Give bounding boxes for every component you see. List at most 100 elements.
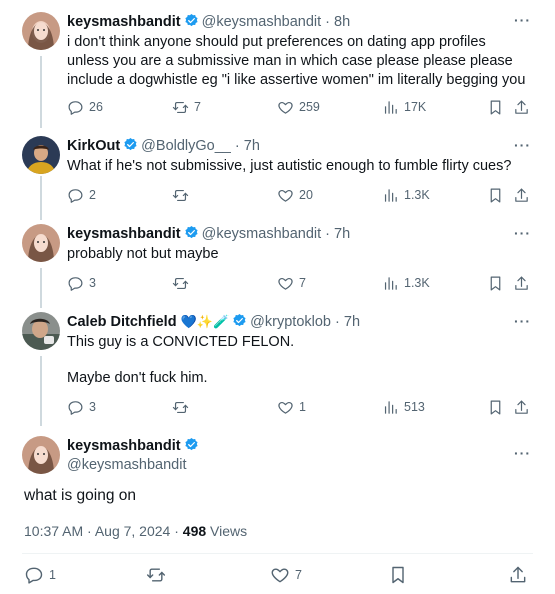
share-button[interactable]: [508, 565, 528, 585]
bookmark-button[interactable]: [388, 565, 408, 585]
reply-icon: [67, 275, 84, 292]
name-emoji: 💙✨🧪: [180, 314, 230, 329]
main-tweet-actions: 1 7: [24, 565, 534, 587]
avatar[interactable]: [22, 312, 60, 350]
like-button[interactable]: 7: [277, 273, 306, 293]
bookmark-button[interactable]: [487, 185, 504, 205]
bookmark-button[interactable]: [487, 273, 504, 293]
timestamp[interactable]: 7h: [334, 226, 350, 242]
handle[interactable]: @keysmashbandit: [202, 226, 322, 242]
repost-icon: [172, 99, 189, 116]
reply-icon: [24, 565, 44, 585]
reply-icon: [67, 99, 84, 116]
repost-icon: [146, 565, 166, 585]
thread-line: [40, 56, 42, 128]
share-button[interactable]: [513, 273, 530, 293]
views-count: 1.3K: [404, 188, 430, 202]
like-count: 1: [299, 400, 306, 414]
bookmark-icon: [487, 187, 504, 204]
handle[interactable]: @kryptoklob: [250, 314, 331, 330]
timestamp[interactable]: 7h: [244, 138, 260, 154]
repost-icon: [172, 399, 189, 416]
views-label: Views: [210, 523, 248, 539]
share-button[interactable]: [513, 397, 530, 417]
views-button[interactable]: 1.3K: [382, 185, 430, 205]
repost-count: 7: [194, 100, 201, 114]
thread-line: [40, 356, 42, 426]
separator-dot: ·: [335, 314, 340, 330]
bookmark-icon: [487, 99, 504, 116]
more-icon[interactable]: ···: [514, 445, 531, 461]
reply-button[interactable]: 3: [67, 397, 96, 417]
share-button[interactable]: [513, 185, 530, 205]
more-icon[interactable]: ···: [514, 313, 531, 329]
views-count: 1.3K: [404, 276, 430, 290]
display-name[interactable]: Caleb Ditchfield: [67, 314, 177, 330]
more-icon[interactable]: ···: [514, 137, 531, 153]
repost-button[interactable]: [172, 273, 194, 293]
views-icon: [382, 399, 399, 416]
reply-button[interactable]: 3: [67, 273, 96, 293]
like-icon: [277, 399, 294, 416]
display-name[interactable]: keysmashbandit: [67, 14, 181, 30]
bookmark-button[interactable]: [487, 397, 504, 417]
repost-icon: [172, 187, 189, 204]
views-count: 498: [182, 523, 207, 539]
like-count: 20: [299, 188, 313, 202]
repost-button[interactable]: [172, 185, 194, 205]
reply-count: 3: [89, 276, 96, 290]
tweet-header: KirkOut @BoldlyGo__ · 7h: [67, 137, 260, 155]
reply-button[interactable]: 26: [67, 97, 103, 117]
verified-icon: [185, 13, 198, 27]
verified-icon: [185, 225, 198, 239]
reply-button[interactable]: 1: [24, 565, 56, 585]
reply-icon: [67, 399, 84, 416]
reply-button[interactable]: 2: [67, 185, 96, 205]
views-icon: [382, 99, 399, 116]
avatar[interactable]: [22, 12, 60, 50]
reply-count: 2: [89, 188, 96, 202]
views-button[interactable]: 513: [382, 397, 425, 417]
display-name[interactable]: KirkOut: [67, 138, 120, 154]
timestamp[interactable]: 7h: [344, 314, 360, 330]
tweet-header: keysmashbandit @keysmashbandit · 8h: [67, 13, 350, 31]
divider: [22, 553, 533, 554]
tweet-text-line-2: Maybe don't fuck him.: [67, 370, 208, 386]
repost-button[interactable]: [172, 397, 194, 417]
views-button[interactable]: 17K: [382, 97, 426, 117]
more-icon[interactable]: ···: [514, 12, 531, 28]
handle[interactable]: @keysmashbandit: [202, 14, 322, 30]
like-button[interactable]: 259: [277, 97, 320, 117]
separator-dot: ·: [325, 226, 331, 242]
separator-dot: ·: [325, 14, 331, 30]
views-count: 513: [404, 400, 425, 414]
like-button[interactable]: 20: [277, 185, 313, 205]
bookmark-icon: [487, 399, 504, 416]
repost-icon: [172, 275, 189, 292]
handle[interactable]: @BoldlyGo__: [141, 138, 231, 154]
avatar[interactable]: [22, 136, 60, 174]
main-timestamp[interactable]: 10:37 AM · Aug 7, 2024 ·: [24, 523, 179, 539]
display-name[interactable]: keysmashbandit: [67, 226, 181, 242]
like-button[interactable]: 7: [270, 565, 302, 585]
tweet-header: keysmashbandit @keysmashbandit · 7h: [67, 225, 350, 243]
avatar[interactable]: [22, 224, 60, 262]
repost-button[interactable]: 7: [172, 97, 201, 117]
share-icon: [513, 187, 530, 204]
views-button[interactable]: 1.3K: [382, 273, 430, 293]
tweet-header: Caleb Ditchfield 💙✨🧪 @kryptoklob · 7h: [67, 313, 360, 331]
thread-line: [40, 268, 42, 308]
repost-button[interactable]: [146, 565, 171, 585]
timestamp[interactable]: 8h: [334, 14, 350, 30]
main-tweet-text: what is going on: [24, 487, 137, 504]
tweet-actions: 26 7 259 17K: [67, 97, 533, 117]
share-icon: [513, 275, 530, 292]
bookmark-button[interactable]: [487, 97, 504, 117]
main-handle[interactable]: @keysmashbandit: [67, 457, 187, 473]
share-button[interactable]: [513, 97, 530, 117]
avatar[interactable]: [22, 436, 60, 474]
more-icon[interactable]: ···: [514, 225, 531, 241]
display-name[interactable]: keysmashbandit: [67, 438, 181, 454]
like-button[interactable]: 1: [277, 397, 306, 417]
verified-icon: [233, 313, 246, 327]
